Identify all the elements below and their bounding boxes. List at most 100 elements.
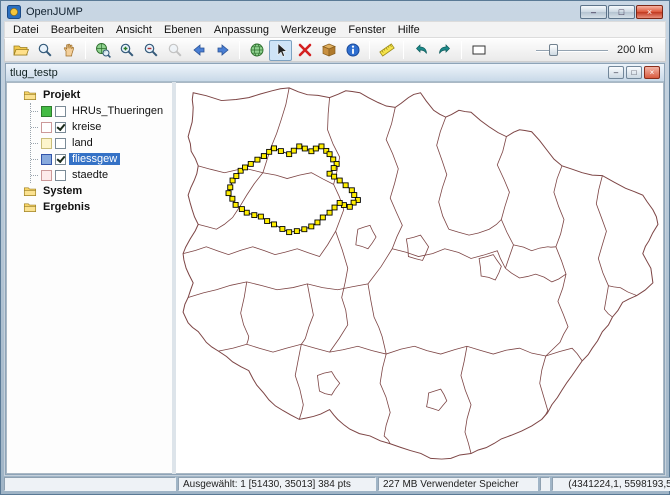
selection-vertex-marker[interactable] (309, 224, 314, 229)
selection-vertex-marker[interactable] (315, 220, 320, 225)
zoom-to-layer-button[interactable] (245, 40, 268, 61)
select-button[interactable] (269, 40, 292, 61)
selection-vertex-marker[interactable] (244, 210, 249, 215)
selection-vertex-marker[interactable] (248, 161, 253, 166)
close-button[interactable]: × (636, 5, 663, 19)
redo-button[interactable] (433, 40, 456, 61)
selection-vertex-marker[interactable] (302, 146, 307, 151)
selection-vertex-marker[interactable] (294, 229, 299, 234)
selection-vertex-marker[interactable] (280, 227, 285, 232)
layer-swatch[interactable] (41, 170, 52, 181)
layer-swatch[interactable] (41, 154, 52, 165)
selection-vertex-marker[interactable] (230, 196, 235, 201)
layer-label[interactable]: staedte (69, 169, 111, 181)
fence-button[interactable] (467, 40, 490, 61)
history-forward-button[interactable] (211, 40, 234, 61)
layer-label[interactable]: fliessgew (69, 153, 120, 165)
layer-row-kreise[interactable]: kreise (31, 119, 172, 135)
slider-thumb[interactable] (549, 44, 558, 56)
delete-selection-button[interactable] (293, 40, 316, 61)
attributes-button[interactable] (317, 40, 340, 61)
layer-row-land[interactable]: land (31, 135, 172, 151)
selection-vertex-marker[interactable] (287, 230, 292, 235)
selection-vertex-marker[interactable] (233, 202, 238, 207)
scale-slider[interactable] (536, 41, 608, 59)
zoom-full-extent-button[interactable] (91, 40, 114, 61)
zoom-button[interactable] (33, 40, 56, 61)
selection-vertex-marker[interactable] (242, 165, 247, 170)
layer-swatch[interactable] (41, 122, 52, 133)
menu-anpassung[interactable]: Anpassung (208, 23, 275, 37)
frame-title-bar[interactable]: tlug_testp – □ × (6, 64, 664, 82)
selection-vertex-marker[interactable] (337, 178, 342, 183)
selection-vertex-marker[interactable] (327, 210, 332, 215)
layer-label[interactable]: land (69, 137, 96, 149)
menu-werkzeuge[interactable]: Werkzeuge (275, 23, 342, 37)
selection-vertex-marker[interactable] (271, 146, 276, 151)
frame-maximize-button[interactable]: □ (626, 66, 642, 79)
feature-info-button[interactable] (341, 40, 364, 61)
frame-minimize-button[interactable]: – (608, 66, 624, 79)
selection-vertex-marker[interactable] (252, 213, 257, 218)
menu-datei[interactable]: Datei (7, 23, 45, 37)
menu-ebenen[interactable]: Ebenen (158, 23, 208, 37)
selection-vertex-marker[interactable] (239, 207, 244, 212)
selection-vertex-marker[interactable] (267, 149, 272, 154)
selection-vertex-marker[interactable] (343, 183, 348, 188)
layer-visibility-checkbox[interactable] (55, 106, 66, 117)
zoom-previous-button[interactable] (163, 40, 186, 61)
layer-row-fliessgew[interactable]: fliessgew (31, 151, 172, 167)
minimize-button[interactable]: – (580, 5, 607, 19)
layer-swatch[interactable] (41, 138, 52, 149)
selection-vertex-marker[interactable] (258, 214, 263, 219)
layer-label[interactable]: kreise (69, 121, 104, 133)
open-project-button[interactable] (9, 40, 32, 61)
map-canvas[interactable] (176, 83, 663, 473)
layer-swatch[interactable] (41, 106, 52, 117)
selection-vertex-marker[interactable] (271, 222, 276, 227)
menu-ansicht[interactable]: Ansicht (110, 23, 158, 37)
layer-visibility-checkbox[interactable] (55, 154, 66, 165)
frame-close-button[interactable]: × (644, 66, 660, 79)
history-back-button[interactable] (187, 40, 210, 61)
selection-vertex-marker[interactable] (228, 185, 233, 190)
selection-vertex-marker[interactable] (349, 188, 354, 193)
pan-button[interactable] (57, 40, 80, 61)
selection-vertex-marker[interactable] (226, 191, 231, 196)
title-drag-area[interactable] (88, 2, 575, 21)
selection-vertex-marker[interactable] (331, 166, 336, 171)
selection-vertex-marker[interactable] (352, 193, 357, 198)
selection-vertex-marker[interactable] (332, 174, 337, 179)
maximize-button[interactable]: □ (608, 5, 635, 19)
layer-row-hrus_thueringen[interactable]: HRUs_Thueringen (31, 103, 172, 119)
selection-vertex-marker[interactable] (234, 174, 239, 179)
selection-vertex-marker[interactable] (291, 148, 296, 153)
layer-visibility-checkbox[interactable] (55, 138, 66, 149)
layer-label[interactable]: HRUs_Thueringen (69, 105, 166, 117)
tree-folder-system[interactable]: System (11, 183, 172, 199)
zoom-in-button[interactable] (115, 40, 138, 61)
selection-vertex-marker[interactable] (265, 219, 270, 224)
selection-vertex-marker[interactable] (313, 146, 318, 151)
selection-vertex-marker[interactable] (302, 227, 307, 232)
selection-vertex-marker[interactable] (327, 152, 332, 157)
selection-vertex-marker[interactable] (278, 149, 283, 154)
selection-vertex-marker[interactable] (347, 204, 352, 209)
layer-visibility-checkbox[interactable] (55, 122, 66, 133)
selection-vertex-marker[interactable] (255, 157, 260, 162)
tree-folder-ergebnis[interactable]: Ergebnis (11, 199, 172, 215)
layer-row-staedte[interactable]: staedte (31, 167, 172, 183)
title-bar[interactable]: OpenJUMP – □ × (4, 1, 666, 21)
selection-vertex-marker[interactable] (297, 144, 302, 149)
undo-button[interactable] (409, 40, 432, 61)
menu-bearbeiten[interactable]: Bearbeiten (45, 23, 110, 37)
zoom-out-button[interactable] (139, 40, 162, 61)
selection-vertex-marker[interactable] (332, 205, 337, 210)
layer-visibility-checkbox[interactable] (55, 170, 66, 181)
measure-button[interactable] (375, 40, 398, 61)
selection-vertex-marker[interactable] (337, 200, 342, 205)
selection-vertex-marker[interactable] (261, 154, 266, 159)
tree-folder-projekt[interactable]: Projekt (11, 87, 172, 103)
selection-vertex-marker[interactable] (320, 215, 325, 220)
menu-fenster[interactable]: Fenster (342, 23, 391, 37)
